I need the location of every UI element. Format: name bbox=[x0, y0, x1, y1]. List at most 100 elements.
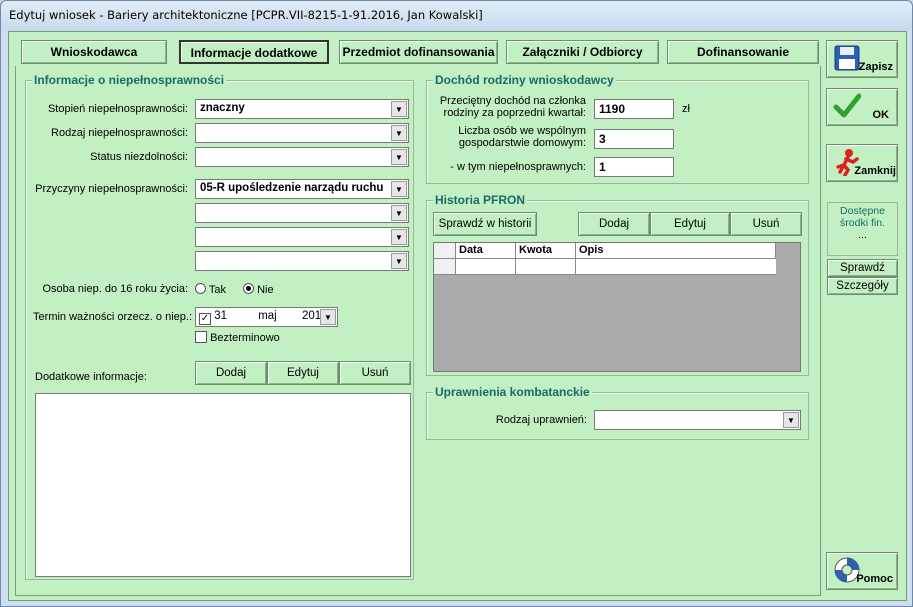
combatant-type-label: Rodzaj uprawnień: bbox=[495, 414, 587, 426]
household-label-line1: Liczba osób we wspólnym bbox=[458, 125, 586, 137]
ok-label: OK bbox=[872, 109, 890, 121]
avg-income-label-line2: rodziny za poprzedni kwartał: bbox=[443, 107, 586, 119]
incapacity-label: Status niezdolności: bbox=[90, 151, 188, 163]
combatant-group-title: Uprawnienia kombatanckie bbox=[433, 385, 592, 399]
history-edit-button[interactable]: Edytuj bbox=[650, 212, 730, 236]
save-button[interactable]: Zapisz bbox=[826, 40, 898, 78]
validity-date-picker[interactable]: ✓ 31 maj 2019 ▼ bbox=[195, 307, 338, 327]
grid-corner bbox=[434, 243, 456, 259]
household-persons-label: Liczba osób we wspólnym gospodarstwie do… bbox=[427, 125, 586, 149]
chevron-down-icon[interactable]: ▼ bbox=[391, 229, 407, 245]
combatant-type-select[interactable]: ▼ bbox=[594, 410, 801, 430]
degree-select[interactable]: znaczny ▼ bbox=[195, 99, 409, 119]
validity-day[interactable]: 31 bbox=[214, 310, 227, 322]
combatant-group: Uprawnienia kombatanckie Rodzaj uprawnie… bbox=[426, 385, 809, 440]
indefinite-option[interactable]: Bezterminowo bbox=[195, 331, 280, 344]
chevron-down-icon[interactable]: ▼ bbox=[320, 309, 336, 325]
radio-no[interactable] bbox=[243, 283, 254, 294]
history-delete-button[interactable]: Usuń bbox=[730, 212, 802, 236]
no-label: Nie bbox=[257, 284, 274, 296]
cause-select-3[interactable]: ▼ bbox=[195, 227, 409, 247]
disabled-persons-label: - w tym niepełnosprawnych: bbox=[450, 161, 586, 173]
extra-delete-button[interactable]: Usuń bbox=[339, 361, 411, 385]
close-label: Zamknij bbox=[854, 165, 896, 177]
history-grid[interactable]: Data Kwota Opis bbox=[433, 242, 801, 372]
grid-row-selector[interactable] bbox=[434, 259, 456, 275]
household-persons-input[interactable]: 3 bbox=[594, 129, 674, 149]
extra-edit-button[interactable]: Edytuj bbox=[267, 361, 339, 385]
income-group: Dochód rodziny wnioskodawcy Przeciętny d… bbox=[426, 73, 809, 184]
degree-value: znaczny bbox=[200, 102, 245, 114]
table-row[interactable] bbox=[456, 259, 776, 275]
validity-date-checkbox[interactable]: ✓ bbox=[199, 313, 211, 325]
help-button[interactable]: Pomoc bbox=[826, 552, 898, 590]
floppy-disk-icon bbox=[834, 45, 860, 71]
tab-wnioskodawca[interactable]: Wnioskodawca bbox=[21, 40, 167, 64]
app-window: Edytuj wniosek - Bariery architektoniczn… bbox=[0, 0, 913, 607]
check-history-button[interactable]: Sprawdź w historii bbox=[433, 212, 537, 236]
checkmark-icon bbox=[833, 93, 861, 118]
radio-yes[interactable] bbox=[195, 283, 206, 294]
disabled-persons-input[interactable]: 1 bbox=[594, 157, 674, 177]
disability-group: Informacje o niepełnosprawności Stopień … bbox=[25, 73, 414, 580]
funds-value: ... bbox=[858, 229, 867, 241]
disability-group-title: Informacje o niepełnosprawności bbox=[32, 73, 227, 87]
grid-header-opis[interactable]: Opis bbox=[576, 243, 776, 259]
help-label: Pomoc bbox=[856, 573, 893, 585]
household-label-line2: gospodarstwie domowym: bbox=[458, 137, 586, 149]
type-select[interactable]: ▼ bbox=[195, 123, 409, 143]
save-label: Zapisz bbox=[858, 61, 893, 73]
cause-select-2[interactable]: ▼ bbox=[195, 203, 409, 223]
funds-label-line2: środki fin. bbox=[840, 217, 885, 229]
pfron-history-title: Historia PFRON bbox=[433, 193, 528, 207]
funds-details-button[interactable]: Szczegóły bbox=[827, 277, 898, 295]
under16-no-option[interactable]: Nie bbox=[243, 283, 274, 296]
validity-label: Termin ważności orzecz. o niep.: bbox=[33, 311, 192, 323]
degree-label: Stopień niepełnosprawności: bbox=[47, 103, 188, 115]
avg-income-unit: zł bbox=[682, 103, 690, 115]
pfron-history-group: Historia PFRON Sprawdź w historii Dodaj … bbox=[426, 193, 809, 376]
chevron-down-icon[interactable]: ▼ bbox=[391, 205, 407, 221]
grid-header-data[interactable]: Data bbox=[456, 243, 516, 259]
indefinite-checkbox[interactable] bbox=[195, 331, 207, 343]
available-funds-box: Dostępne środki fin. ... bbox=[827, 202, 898, 256]
incapacity-select[interactable]: ▼ bbox=[195, 147, 409, 167]
funds-label-line1: Dostępne bbox=[840, 205, 885, 217]
under16-yes-option[interactable]: Tak bbox=[195, 283, 226, 296]
avg-income-label: Przeciętny dochód na członka rodziny za … bbox=[427, 95, 586, 119]
yes-label: Tak bbox=[208, 284, 226, 296]
close-button[interactable]: Zamknij bbox=[826, 144, 898, 182]
extra-info-label: Dodatkowe informacje: bbox=[35, 371, 147, 383]
chevron-down-icon[interactable]: ▼ bbox=[783, 412, 799, 428]
tab-dofinansowanie[interactable]: Dofinansowanie bbox=[667, 40, 819, 64]
title-bar: Edytuj wniosek - Bariery architektoniczn… bbox=[1, 1, 912, 31]
tab-informacje-dodatkowe[interactable]: Informacje dodatkowe bbox=[179, 40, 329, 64]
tab-przedmiot-dofinansowania[interactable]: Przedmiot dofinansowania bbox=[339, 40, 498, 64]
indefinite-label: Bezterminowo bbox=[210, 332, 280, 344]
cause-value-1: 05-R upośledzenie narządu ruchu bbox=[200, 182, 384, 194]
window-title: Edytuj wniosek - Bariery architektoniczn… bbox=[9, 8, 483, 22]
history-add-button[interactable]: Dodaj bbox=[578, 212, 650, 236]
grid-header-kwota[interactable]: Kwota bbox=[516, 243, 576, 259]
grid-cell-divider bbox=[575, 259, 576, 274]
chevron-down-icon[interactable]: ▼ bbox=[391, 101, 407, 117]
validity-month[interactable]: maj bbox=[258, 310, 277, 322]
funds-check-button[interactable]: Sprawdź bbox=[827, 259, 898, 277]
grid-cell-divider bbox=[515, 259, 516, 274]
under16-label: Osoba niep. do 16 roku życia: bbox=[42, 283, 188, 295]
extra-add-button[interactable]: Dodaj bbox=[195, 361, 267, 385]
ok-button[interactable]: OK bbox=[826, 88, 898, 126]
chevron-down-icon[interactable]: ▼ bbox=[391, 253, 407, 269]
chevron-down-icon[interactable]: ▼ bbox=[391, 125, 407, 141]
tab-zalaczniki-odbiorcy[interactable]: Załączniki / Odbiorcy bbox=[506, 40, 659, 64]
chevron-down-icon[interactable]: ▼ bbox=[391, 149, 407, 165]
avg-income-input[interactable]: 1190 bbox=[594, 99, 674, 119]
cause-select-1[interactable]: 05-R upośledzenie narządu ruchu ▼ bbox=[195, 179, 409, 199]
chevron-down-icon[interactable]: ▼ bbox=[391, 181, 407, 197]
extra-info-list[interactable] bbox=[35, 393, 411, 577]
avg-income-label-line1: Przeciętny dochód na członka bbox=[439, 95, 586, 107]
main-frame: Wnioskodawca Informacje dodatkowe Przedm… bbox=[8, 31, 907, 601]
type-label: Rodzaj niepełnosprawności: bbox=[51, 127, 188, 139]
cause-select-4[interactable]: ▼ bbox=[195, 251, 409, 271]
income-group-title: Dochód rodziny wnioskodawcy bbox=[433, 73, 616, 87]
